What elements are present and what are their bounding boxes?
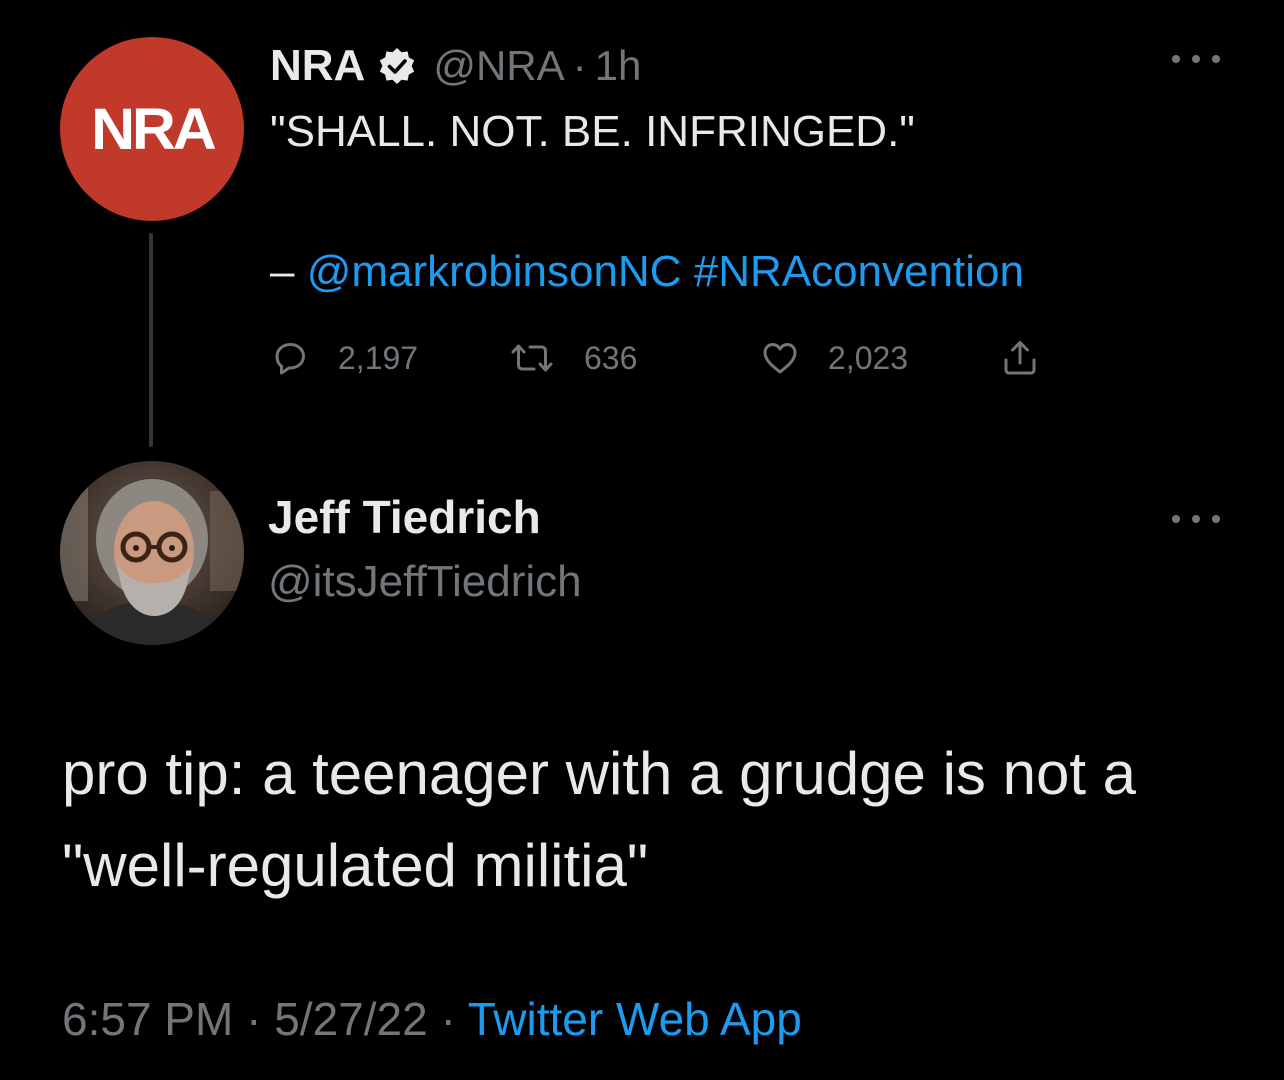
parent-separator: · (572, 42, 587, 89)
more-dot (1192, 515, 1200, 523)
tweet-date[interactable]: 5/27/22 (274, 993, 427, 1045)
main-more-options-icon[interactable] (1172, 504, 1220, 534)
more-dot (1172, 55, 1180, 63)
retweet-count: 636 (584, 339, 638, 376)
reply-button[interactable]: 2,197 (270, 330, 418, 386)
verified-badge-icon (377, 46, 417, 86)
retweet-icon (511, 344, 553, 372)
parent-display-name[interactable]: NRA (270, 41, 365, 91)
more-dot (1192, 55, 1200, 63)
like-count: 2,023 (828, 339, 909, 376)
more-dot (1172, 515, 1180, 523)
main-display-name[interactable]: Jeff Tiedrich (268, 490, 541, 544)
jeff-tiedrich-avatar[interactable] (60, 461, 244, 645)
more-dot (1212, 55, 1220, 63)
credit-dash: – (270, 247, 307, 296)
nra-avatar[interactable]: NRA (60, 37, 244, 221)
thread-connector-line (149, 233, 153, 447)
parent-more-options-icon[interactable] (1172, 44, 1220, 74)
mention-link[interactable]: @markrobinsonNC (307, 247, 682, 296)
share-button[interactable] (1000, 330, 1040, 386)
profile-photo (60, 461, 244, 645)
reply-icon (275, 343, 305, 375)
nra-logo: NRA (90, 96, 217, 162)
heart-icon (763, 343, 797, 374)
reply-count: 2,197 (338, 339, 419, 376)
share-icon (1004, 341, 1036, 375)
tweet-metadata: 6:57 PM · 5/27/22 · Twitter Web App (62, 987, 802, 1051)
main-handle[interactable]: @itsJeffTiedrich (268, 557, 582, 607)
main-tweet-text: pro tip: a teenager with a grudge is not… (62, 740, 1137, 899)
tweet-source-link[interactable]: Twitter Web App (468, 993, 802, 1045)
parent-tweet-header: NRA @NRA · 1h (270, 36, 641, 96)
tweet-time[interactable]: 6:57 PM (62, 993, 233, 1045)
parent-handle[interactable]: @NRA (433, 42, 564, 90)
more-dot (1212, 515, 1220, 523)
like-button[interactable]: 2,023 (760, 330, 908, 386)
parent-tweet-credit: – @markrobinsonNC #NRAconvention (270, 240, 1024, 304)
parent-tweet-text: "SHALL. NOT. BE. INFRINGED." (270, 107, 915, 156)
retweet-button[interactable]: 636 (508, 330, 637, 386)
meta-separator: · (440, 993, 456, 1045)
hashtag-link[interactable]: #NRAconvention (694, 247, 1024, 296)
meta-separator: · (246, 993, 262, 1045)
parent-timestamp[interactable]: 1h (595, 42, 642, 90)
